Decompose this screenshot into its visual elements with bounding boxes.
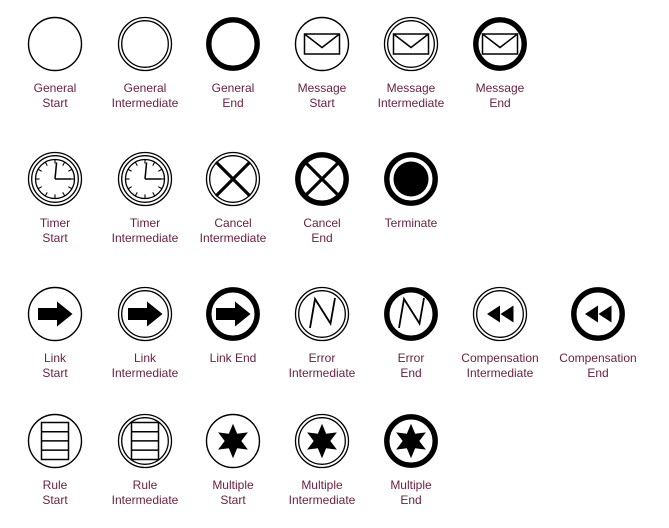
arrow-right-icon — [216, 301, 251, 327]
six-point-star-icon — [307, 423, 337, 459]
compensation-end-icon[interactable] — [543, 278, 653, 350]
lightning-bolt-icon — [309, 296, 336, 329]
compensation-intermediate-label: Compensation Intermediate — [461, 351, 539, 380]
arrow-right-icon — [38, 301, 73, 327]
cancel-x-icon — [214, 160, 252, 198]
event-cell-compensation-intermediate[interactable]: Compensation Intermediate — [445, 278, 555, 380]
compensation-intermediate-icon[interactable] — [445, 278, 555, 350]
terminate-label: Terminate — [384, 216, 438, 230]
lightning-bolt-icon — [398, 296, 425, 329]
envelope-icon — [392, 33, 430, 55]
six-point-star-icon — [218, 423, 248, 459]
event-cell-multiple-end[interactable]: Multiple End — [356, 405, 466, 507]
cancel-x-icon — [303, 160, 341, 198]
message-end-label: Message End — [475, 81, 525, 110]
arrow-right-icon — [128, 301, 163, 327]
compensation-end-label: Compensation End — [559, 351, 637, 380]
rewind-icon — [585, 305, 612, 323]
terminate-icon[interactable] — [356, 143, 466, 215]
bpmn-event-legend: General Start General Intermediate General… — [0, 0, 669, 528]
multiple-end-label: Multiple End — [390, 478, 432, 507]
event-cell-compensation-end[interactable]: Compensation End — [543, 278, 653, 380]
filled-disc-icon — [393, 161, 429, 197]
six-point-star-icon — [396, 423, 426, 459]
clock-icon — [124, 158, 166, 200]
ruled-page-icon — [130, 421, 160, 461]
ruled-page-icon — [40, 421, 70, 461]
event-cell-message-end[interactable]: Message End — [445, 8, 555, 110]
rewind-icon — [487, 305, 514, 323]
message-end-icon[interactable] — [445, 8, 555, 80]
event-cell-terminate[interactable]: Terminate — [356, 143, 466, 231]
multiple-end-icon[interactable] — [356, 405, 466, 477]
clock-icon — [34, 158, 76, 200]
envelope-icon — [481, 33, 519, 55]
envelope-icon — [303, 33, 341, 55]
